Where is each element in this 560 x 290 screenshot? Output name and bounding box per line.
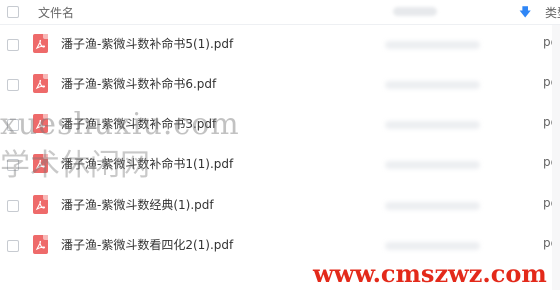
- blurred-cell: [385, 242, 480, 250]
- blurred-cell: [385, 121, 480, 129]
- pdf-file-icon: [33, 34, 48, 53]
- row-checkbox[interactable]: [7, 240, 19, 252]
- file-row[interactable]: 潘子渔-紫微斗数经典(1).pdf pdf: [0, 186, 560, 226]
- sort-down-arrow-icon[interactable]: 🡇: [519, 3, 531, 24]
- row-checkbox[interactable]: [7, 200, 19, 212]
- column-header-filename[interactable]: 文件名: [38, 4, 74, 21]
- watermark-latin: xueshuxiu.com: [0, 107, 240, 142]
- vertical-scrollbar[interactable]: [552, 25, 560, 290]
- watermark-cjk: 学术休闲网: [0, 148, 150, 183]
- file-row[interactable]: 潘子渔-紫微斗数补命书5(1).pdf pdf: [0, 25, 560, 65]
- file-name[interactable]: 潘子渔-紫微斗数看四化2(1).pdf: [61, 236, 233, 253]
- file-name[interactable]: 潘子渔-紫微斗数补命书6.pdf: [61, 75, 216, 92]
- blurred-cell: [385, 81, 480, 89]
- row-checkbox[interactable]: [7, 39, 19, 51]
- select-all-checkbox[interactable]: [7, 6, 19, 18]
- blurred-cell: [385, 202, 480, 210]
- column-header-blurred: [393, 7, 437, 16]
- file-row[interactable]: 潘子渔-紫微斗数补命书6.pdf pdf: [0, 65, 560, 105]
- pdf-file-icon: [33, 74, 48, 93]
- blurred-cell: [385, 41, 480, 49]
- file-name[interactable]: 潘子渔-紫微斗数补命书5(1).pdf: [61, 35, 233, 52]
- column-header-type[interactable]: 类型: [545, 4, 560, 21]
- watermark-site: www.cmszwz.com: [313, 259, 547, 288]
- file-name[interactable]: 潘子渔-紫微斗数经典(1).pdf: [61, 196, 214, 213]
- pdf-file-icon: [33, 235, 48, 254]
- blurred-cell: [385, 161, 480, 169]
- file-list-header: 文件名 🡇 类型: [0, 0, 560, 25]
- row-checkbox[interactable]: [7, 79, 19, 91]
- pdf-file-icon: [33, 195, 48, 214]
